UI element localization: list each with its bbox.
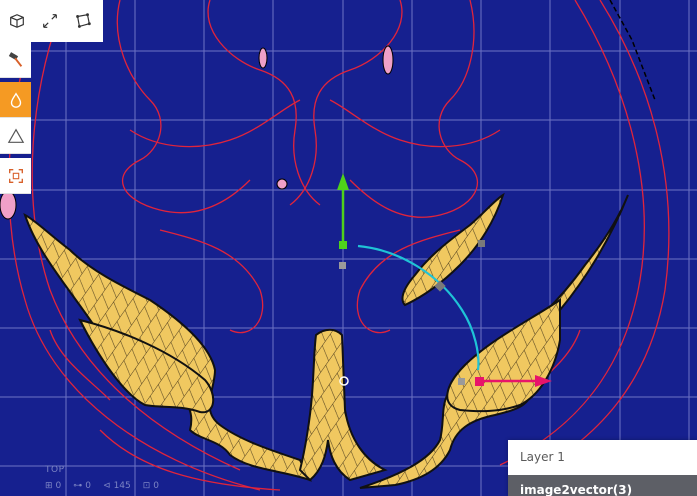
cube-view-icon [9,14,24,28]
vertices-icon: ⊲ [103,481,111,491]
x-axis-box[interactable] [475,377,484,386]
stat-faces: ⊡ 0 [143,481,159,491]
layer-item-image2vector[interactable]: image2vector(3) [508,475,697,496]
droplet-icon [10,91,21,108]
triangle-tool-button[interactable] [0,118,31,154]
left-toolbar [0,42,31,194]
faces-count: 0 [153,481,160,491]
droplet-tool-button[interactable] [0,82,31,118]
gizmo-gray-handle-4[interactable] [458,378,465,385]
triangle-icon [7,128,24,143]
hammer-tool-button[interactable] [0,42,31,78]
viewport-canvas[interactable] [0,0,697,496]
edges-count: 0 [85,481,92,491]
stat-objects: ⊞ 0 [45,481,61,491]
scene-svg[interactable] [0,0,697,496]
vertices-count: 145 [113,481,131,491]
hammer-icon [8,51,22,67]
faces-icon: ⊡ [142,481,151,491]
top-toolbar [0,0,103,42]
cube-view-button[interactable] [0,0,33,42]
stat-edges: ⊶ 0 [73,481,91,491]
polygon-select-icon [75,13,91,28]
view-label: TOP [45,465,65,475]
y-axis-box[interactable] [339,241,347,249]
fit-view-button[interactable] [0,158,31,194]
expand-arrows-icon [42,14,57,28]
stat-vertices: ⊲ 145 [103,481,131,491]
fit-view-icon [8,168,23,183]
expand-button[interactable] [33,0,66,42]
gizmo-gray-handle-3[interactable] [478,240,485,247]
objects-icon: ⊞ [45,481,53,491]
gizmo-gray-handle-1[interactable] [339,262,346,269]
layers-panel: Layer 1 image2vector(3) [508,440,697,496]
edges-icon: ⊶ [73,481,83,491]
layer-item-layer-1[interactable]: Layer 1 [508,440,697,475]
scene-stats: ⊞ 0 ⊶ 0 ⊲ 145 ⊡ 0 [45,481,159,491]
objects-count: 0 [55,481,62,491]
polygon-select-button[interactable] [66,0,99,42]
